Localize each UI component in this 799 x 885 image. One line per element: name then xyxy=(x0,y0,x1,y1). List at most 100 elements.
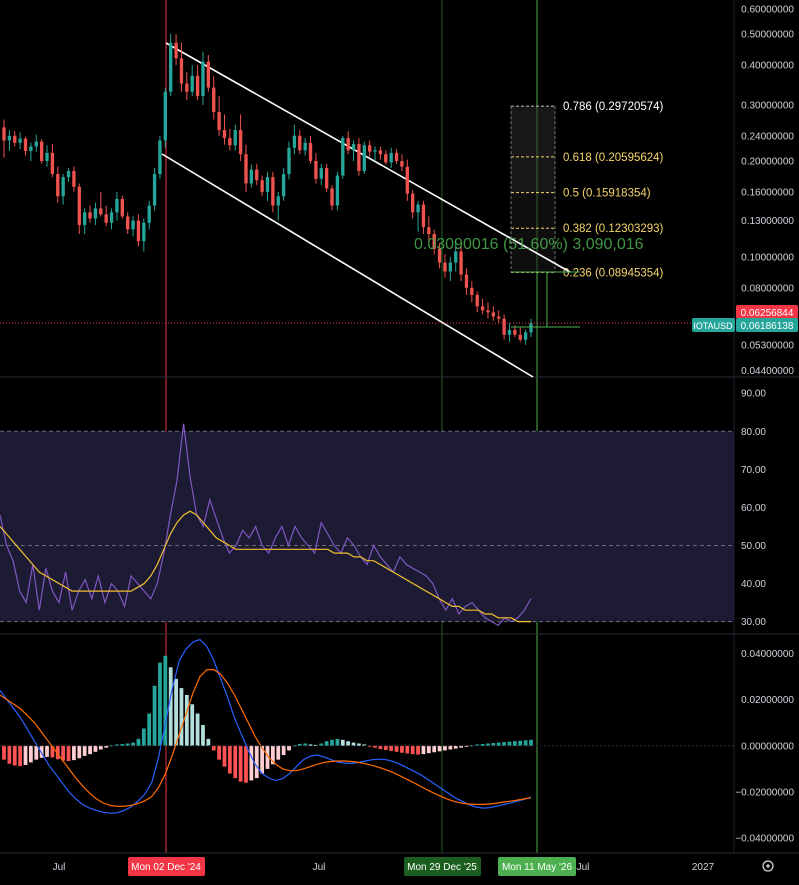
candle-body xyxy=(152,174,157,206)
macd-histogram-bar xyxy=(346,741,351,746)
macd-histogram-bar xyxy=(233,745,238,779)
macd-histogram-bar xyxy=(72,745,76,761)
candle-body xyxy=(50,152,55,175)
candle-body xyxy=(341,138,345,176)
candle-body xyxy=(104,214,108,223)
macd-histogram-bar xyxy=(389,745,394,751)
candle-body xyxy=(507,329,512,335)
candle-body xyxy=(491,312,496,317)
macd-histogram-bar xyxy=(184,695,189,746)
candle-body xyxy=(416,204,420,213)
macd-histogram-bar xyxy=(174,678,178,746)
candle-body xyxy=(324,168,329,189)
candle-body xyxy=(93,208,98,219)
macd-histogram-bar xyxy=(66,745,71,762)
rsi-tick-label: 70.00 xyxy=(741,465,766,476)
candle-body xyxy=(190,75,194,92)
macd-histogram-bar xyxy=(195,713,200,746)
candle-body xyxy=(238,130,243,155)
macd-histogram-bar xyxy=(416,745,420,755)
price-tick-label: 0.04400000 xyxy=(741,366,794,377)
macd-histogram-bar xyxy=(29,745,33,763)
candle-body xyxy=(276,196,280,206)
candle-body xyxy=(56,174,60,197)
macd-histogram-bar xyxy=(432,745,437,753)
chart-root[interactable]: 0.786 (0.29720574) 0.618 (0.20595624) 0.5 … xyxy=(0,0,799,880)
macd-histogram-bar xyxy=(448,745,453,750)
candle-body xyxy=(523,332,528,340)
candle-body xyxy=(319,168,323,179)
macd-histogram-bar xyxy=(518,740,523,746)
price-tick-label: 0.08000000 xyxy=(741,283,794,294)
time-label-2027: 2027 xyxy=(692,862,715,873)
candle-body xyxy=(174,42,178,59)
price-tick-label: 0.20000000 xyxy=(741,156,794,167)
candle-body xyxy=(142,222,146,242)
candle-body xyxy=(131,220,135,230)
candle-body xyxy=(384,154,388,163)
macd-histogram-bar xyxy=(529,739,533,746)
symbol-badge-price: 0.06186138 xyxy=(741,321,794,332)
macd-histogram-bar xyxy=(206,738,211,746)
time-label-jul: Jul xyxy=(53,862,66,873)
candle-body xyxy=(459,251,463,275)
macd-histogram-bar xyxy=(394,745,399,752)
candle-body xyxy=(475,294,479,307)
candle-body xyxy=(163,91,167,141)
rsi-tick-label: 60.00 xyxy=(741,503,766,514)
price-tick-label: 0.16000000 xyxy=(741,187,794,198)
macd-histogram-bar xyxy=(201,725,205,746)
candle-body xyxy=(260,180,264,192)
candle-body xyxy=(206,61,211,88)
candle-body xyxy=(7,135,12,141)
candle-body xyxy=(147,205,151,223)
macd-histogram-bar xyxy=(168,667,173,746)
macd-histogram-bar xyxy=(443,745,447,751)
candle-body xyxy=(486,310,490,313)
candle-body xyxy=(389,152,393,163)
time-badge-dec-24: Mon 02 Dec '24 xyxy=(131,862,201,873)
candle-body xyxy=(351,144,356,151)
macd-histogram-bar xyxy=(77,745,82,759)
macd-histogram-bar xyxy=(211,745,216,751)
macd-histogram-bar xyxy=(335,738,340,746)
macd-histogram-bar xyxy=(179,688,184,746)
macd-histogram-bar xyxy=(88,745,92,755)
candle-body xyxy=(228,138,232,146)
macd-histogram-bar xyxy=(141,728,146,746)
candle-body xyxy=(169,42,173,92)
candle-body xyxy=(330,188,334,206)
rsi-tick-label: 80.00 xyxy=(741,427,766,438)
macd-tick-label: −0.04000000 xyxy=(735,834,794,845)
candle-body xyxy=(212,87,216,112)
candle-body xyxy=(405,166,409,194)
fib-zone-upper xyxy=(511,106,555,193)
macd-histogram-bar xyxy=(12,745,17,766)
macd-histogram-bar xyxy=(523,740,528,746)
candle-body xyxy=(249,169,254,184)
macd-histogram-bar xyxy=(238,745,243,782)
candle-body xyxy=(394,152,399,161)
rsi-tick-label: 30.00 xyxy=(741,617,766,628)
candle-body xyxy=(443,262,447,272)
candle-body xyxy=(2,127,6,141)
macd-histogram-bar xyxy=(98,745,103,750)
candle-body xyxy=(185,83,189,92)
macd-histogram-bar xyxy=(426,745,431,754)
price-chart[interactable]: 0.786 (0.29720574) 0.618 (0.20595624) 0.5 … xyxy=(0,0,799,880)
candle-body xyxy=(217,111,221,131)
macd-histogram-bar xyxy=(18,745,23,767)
candle-body xyxy=(109,212,114,223)
candle-body xyxy=(66,171,71,178)
candle-body xyxy=(222,130,227,139)
candle-body xyxy=(480,306,485,311)
candle-body xyxy=(411,193,415,213)
candle-body xyxy=(271,177,275,206)
candle-body xyxy=(303,142,307,151)
price-tick-label: 0.60000000 xyxy=(741,4,794,15)
time-badge-dec-25: Mon 29 Dec '25 xyxy=(407,862,477,873)
macd-histogram-bar xyxy=(45,745,49,757)
candle-body xyxy=(265,177,270,192)
candle-body xyxy=(29,146,33,151)
candle-body xyxy=(39,141,44,161)
